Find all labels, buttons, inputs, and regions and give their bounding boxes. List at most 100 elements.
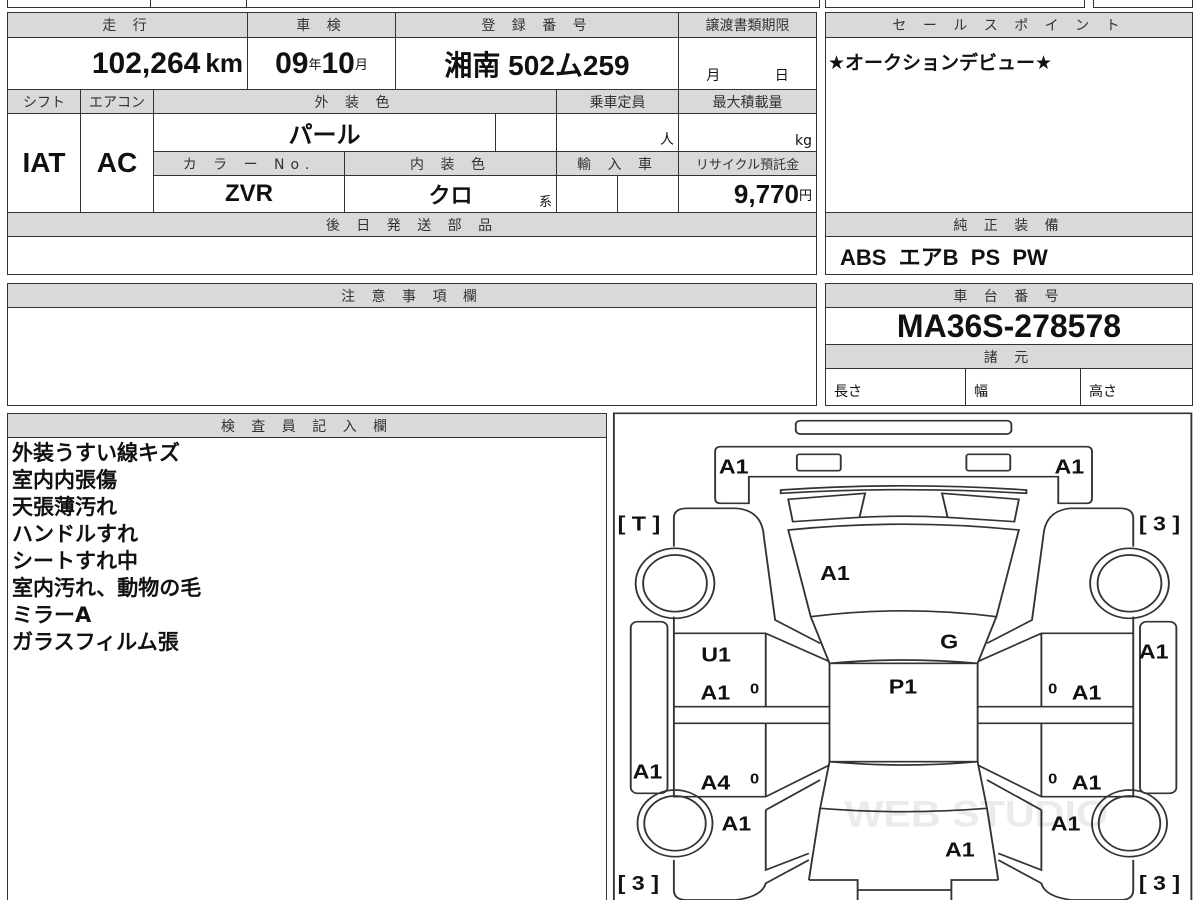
registration-value: 湘南 502ム259 <box>395 37 679 90</box>
max-load-value: kg <box>678 113 817 152</box>
label-fender-left: U1 <box>701 643 731 666</box>
fog-lamp-right <box>965 453 1012 472</box>
headlight-left <box>787 492 867 523</box>
inspection-month: 10 <box>321 46 355 80</box>
inspection-year: 09 <box>275 46 309 80</box>
inspection-header: 車 検 <box>247 12 396 38</box>
wheel-fr <box>1089 547 1170 620</box>
label-tire-rl: [ 3 ] <box>618 871 659 894</box>
label-tire-rr: [ 3 ] <box>1139 871 1180 894</box>
inspection-value: 09 年 10 月 <box>247 37 396 90</box>
sales-point-text: ★オークションデビュー★ <box>828 52 1053 74</box>
recycle-amount: 9,770 <box>733 178 799 209</box>
deadline-month: 月 <box>706 68 721 84</box>
recycle-header: リサイクル預託金 <box>678 151 817 176</box>
aircon-header: エアコン <box>80 89 154 114</box>
year-unit: 年 <box>308 58 322 73</box>
headlight-right <box>940 492 1020 523</box>
sales-point-body: ★オークションデビュー★ <box>825 37 1193 213</box>
inspector-note: ガラスフィルム張 <box>12 630 179 654</box>
shift-value: IAT <box>7 113 81 213</box>
import-value-2 <box>617 175 679 213</box>
label-skirt-left: A1 <box>633 760 663 783</box>
inspector-note: ハンドルすれ <box>12 522 138 546</box>
notes-header: 注 意 事 項 欄 <box>7 283 817 308</box>
equipment-value: ABS エアB PS PW <box>825 236 1193 275</box>
interior-color-header: 内 装 色 <box>344 151 557 176</box>
inspector-header: 検 査 員 記 入 欄 <box>7 413 607 438</box>
mileage-unit: km <box>205 48 243 78</box>
later-parts-header: 後 日 発 送 部 品 <box>7 212 817 237</box>
watermark: WEB STUDIO <box>845 795 1108 835</box>
inspector-note: シートすれ中 <box>12 549 138 573</box>
label-door-fr: A1 <box>1072 681 1102 704</box>
label-door-rl: A4 <box>701 771 732 794</box>
capacity-value: 人 <box>556 113 679 152</box>
zero-mark: 0 <box>1048 681 1058 697</box>
import-value-1 <box>556 175 618 213</box>
exterior-color-header: 外 装 色 <box>153 89 557 114</box>
windshield <box>809 616 998 665</box>
deadline-day: 日 <box>774 68 789 84</box>
mileage-value: 102,264 km <box>7 37 248 90</box>
equipment-header: 純 正 装 備 <box>825 212 1193 237</box>
inspector-notes: 外装うすい線キズ 室内内張傷 天張薄汚れ ハンドルすれ シートすれ中 室内汚れ、… <box>12 440 201 656</box>
inspector-note: 室内汚れ、動物の毛 <box>12 576 202 600</box>
fog-lamp-left <box>795 453 842 472</box>
interior-color-text: クロ <box>428 183 473 208</box>
exterior-color-value: パール <box>153 113 496 152</box>
spec-width: 幅 <box>965 368 1081 406</box>
recycle-unit: 円 <box>798 188 812 204</box>
chassis-value: MA36S-278578 <box>825 307 1193 345</box>
import-header: 輸 入 車 <box>556 151 679 176</box>
registration-header: 登 録 番 号 <box>395 12 679 38</box>
sales-point-header: セ ー ル ス ポ イ ン ト <box>825 12 1193 38</box>
label-door-fl: A1 <box>701 681 731 704</box>
wheel-rl <box>636 789 714 858</box>
top-strip-cell <box>150 0 820 8</box>
label-front-bumper-left: A1 <box>719 455 749 478</box>
top-strip-cell <box>825 0 1085 8</box>
exterior-color-extra <box>495 113 557 152</box>
zero-mark: 0 <box>750 681 760 697</box>
label-door-rr: A1 <box>1072 771 1102 794</box>
label-trunk: A1 <box>945 838 975 861</box>
label-tire-fr: [ 3 ] <box>1139 512 1180 535</box>
deadline-value: 月日 <box>678 37 817 90</box>
inspector-note: 室内内張傷 <box>12 468 117 492</box>
inspector-note: ミラーA <box>12 603 92 627</box>
rear-bumper <box>808 879 999 900</box>
color-no-value: ZVR <box>153 175 345 213</box>
label-front-bumper-right: A1 <box>1055 455 1085 478</box>
label-hood: A1 <box>820 561 850 584</box>
label-skirt-right: A1 <box>1139 640 1169 663</box>
mileage-number: 102,264 <box>91 46 201 80</box>
aircon-value: AC <box>80 113 154 213</box>
spec-height: 高さ <box>1080 368 1193 406</box>
label-tire-fl: [ T ] <box>618 512 661 535</box>
capacity-header: 乗車定員 <box>556 89 679 114</box>
wheel-fl <box>634 547 716 620</box>
inspector-note: 外装うすい線キズ <box>12 441 180 465</box>
specs-header: 諸 元 <box>825 344 1193 369</box>
spec-length: 長さ <box>825 368 966 406</box>
mileage-header: 走 行 <box>7 12 248 38</box>
deadline-header: 譲渡書類期限 <box>678 12 817 38</box>
recycle-value: 9,770 円 <box>678 175 817 213</box>
label-windshield: G <box>940 630 958 653</box>
shift-header: シフト <box>7 89 81 114</box>
label-roof: P1 <box>889 675 917 698</box>
top-strip-cell <box>1093 0 1193 8</box>
notes-body <box>7 307 817 406</box>
max-load-header: 最大積載量 <box>678 89 817 114</box>
later-parts-body <box>7 236 817 275</box>
zero-mark: 0 <box>1048 771 1058 787</box>
right-body <box>977 507 1135 900</box>
front-bumper <box>714 445 1093 505</box>
label-quarter-left: A1 <box>722 812 752 835</box>
roof-spoiler <box>794 419 1013 435</box>
chassis-header: 車 台 番 号 <box>825 283 1193 308</box>
interior-color-value: クロ 系 <box>344 175 557 213</box>
car-damage-diagram: A1 A1 [ T ] [ 3 ] A1 G U1 A1 P1 A1 A1 A1… <box>612 412 1193 900</box>
interior-suffix: 系 <box>538 195 552 210</box>
